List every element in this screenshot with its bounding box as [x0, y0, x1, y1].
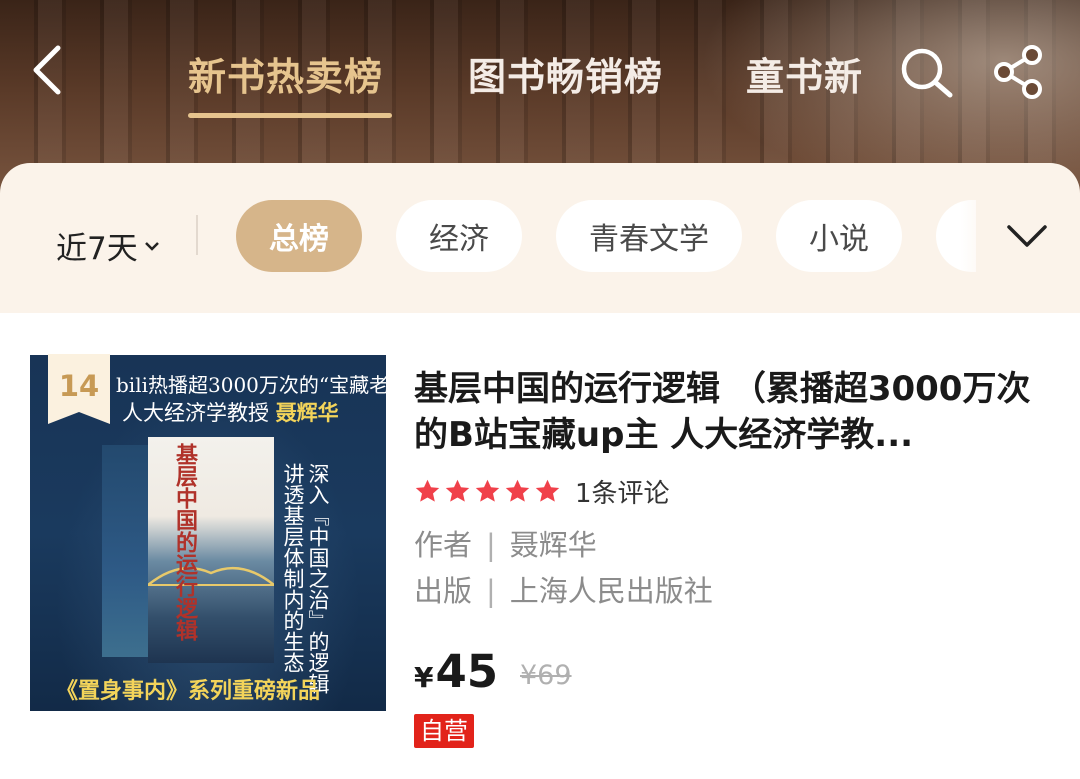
chip-economics[interactable]: 经济: [396, 200, 522, 272]
tab-new-books-hot[interactable]: 新书热卖榜: [188, 46, 383, 101]
original-price: ¥69: [520, 660, 572, 691]
author-label: 作者: [414, 528, 473, 562]
star-icon: [505, 479, 530, 502]
chip-youth-literature[interactable]: 青春文学: [556, 200, 742, 272]
self-operated-badge: 自营: [414, 714, 474, 748]
chip-novel[interactable]: 小说: [776, 200, 902, 272]
author-row: 作者 | 聂辉华: [414, 522, 597, 564]
current-price: ¥45: [414, 645, 498, 698]
bridge-illustration: [148, 566, 274, 586]
chevron-down-icon[interactable]: [1006, 223, 1048, 249]
period-label: 近7天: [56, 231, 138, 267]
book-spine: [102, 445, 148, 657]
publisher-label: 出版: [414, 574, 473, 608]
cover-book-title: 基层中国的运行逻辑: [172, 443, 198, 641]
cover-author-name: 聂辉华: [275, 400, 339, 425]
chip-overall[interactable]: 总榜: [236, 200, 362, 272]
rating-row: 1条评论: [414, 473, 670, 510]
star-rating: [414, 478, 561, 505]
author-name: 聂辉华: [509, 528, 597, 562]
cover-author-prefix: 人大经济学教授: [122, 401, 276, 425]
publisher-name: 上海人民出版社: [509, 574, 713, 608]
tab-bestsellers[interactable]: 图书畅销榜: [468, 46, 663, 101]
filter-bar: 近7天 总榜 经济 青春文学 小说: [0, 163, 1080, 313]
book-title[interactable]: 基层中国的运行逻辑 （累播超3000万次的B站宝藏up主 人大经济学教...: [414, 366, 1044, 458]
rank-badge: 14: [48, 354, 110, 424]
publisher-row: 出版 | 上海人民出版社: [414, 568, 713, 610]
cover-author-line: 人大经济学教授 聂辉华: [122, 397, 339, 427]
tab-children-books[interactable]: 童书新: [746, 46, 863, 101]
star-icon: [415, 479, 440, 502]
chevron-down-small-icon: [144, 241, 159, 251]
divider: [196, 215, 198, 255]
search-icon[interactable]: [898, 46, 954, 98]
review-count[interactable]: 1条评论: [575, 473, 670, 510]
period-dropdown[interactable]: 近7天: [56, 223, 160, 268]
rank-number: 14: [58, 369, 100, 403]
page: 新书热卖榜 图书畅销榜 童书新 近7天 总榜 经济 青春文学 小说 bili热播…: [0, 0, 1080, 779]
chip-fade-mask: [960, 193, 1000, 279]
star-icon: [445, 479, 470, 502]
share-icon[interactable]: [990, 44, 1046, 100]
price-value: 45: [435, 645, 499, 698]
separator: |: [486, 528, 496, 562]
cover-book-illustration: 基层中国的运行逻辑: [102, 437, 274, 663]
cover-series-text: 《置身事内》系列重磅新品: [56, 678, 321, 704]
star-icon: [535, 479, 560, 502]
back-arrow-icon[interactable]: [28, 44, 68, 96]
cover-promo-line: bili热播超3000万次的“宝藏老师”: [116, 373, 386, 397]
price-currency: ¥: [414, 661, 434, 694]
separator: |: [486, 574, 496, 608]
book-front: [148, 437, 274, 663]
active-tab-indicator: [188, 113, 392, 118]
star-icon: [475, 479, 500, 502]
